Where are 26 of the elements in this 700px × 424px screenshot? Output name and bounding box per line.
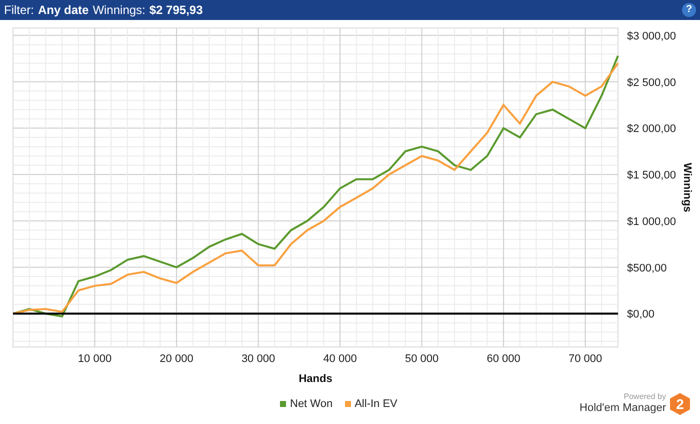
y-tick-label: $1 000,00 (627, 216, 676, 228)
y-tick-label: $3 000,00 (627, 30, 676, 42)
x-tick-label: 70 000 (568, 353, 602, 365)
x-tick-label: 30 000 (241, 353, 276, 365)
y-axis-title: Winnings (681, 162, 693, 212)
logo-badge: 2 (670, 393, 690, 415)
x-tick-label: 60 000 (486, 353, 520, 365)
y-tick-label: $2 000,00 (627, 123, 676, 136)
y-tick-label: $500,00 (627, 262, 667, 274)
x-tick-label: 50 000 (404, 353, 439, 365)
y-tick-label: $1 500,00 (627, 170, 676, 182)
y-tick-label: $0,00 (627, 308, 655, 321)
product-name: Hold'em Manager (580, 402, 666, 416)
x-axis-title: Hands (298, 373, 332, 384)
winnings-value: $2 795,93 (149, 2, 203, 19)
x-tick-label: 20 000 (160, 353, 194, 365)
x-tick-label: 40 000 (323, 353, 357, 365)
help-button[interactable]: ? (682, 3, 696, 17)
x-tick-label: 10 000 (78, 353, 112, 365)
filter-label: Filter: (4, 2, 34, 19)
y-tick-label: $2 500,00 (627, 76, 676, 89)
winnings-label: Winnings: (92, 2, 146, 19)
powered-by-text: Powered by (624, 392, 666, 402)
filter-value: Any date (38, 2, 89, 19)
legend-label: All-In EV (354, 396, 398, 412)
legend-label: Net Won (290, 396, 333, 412)
